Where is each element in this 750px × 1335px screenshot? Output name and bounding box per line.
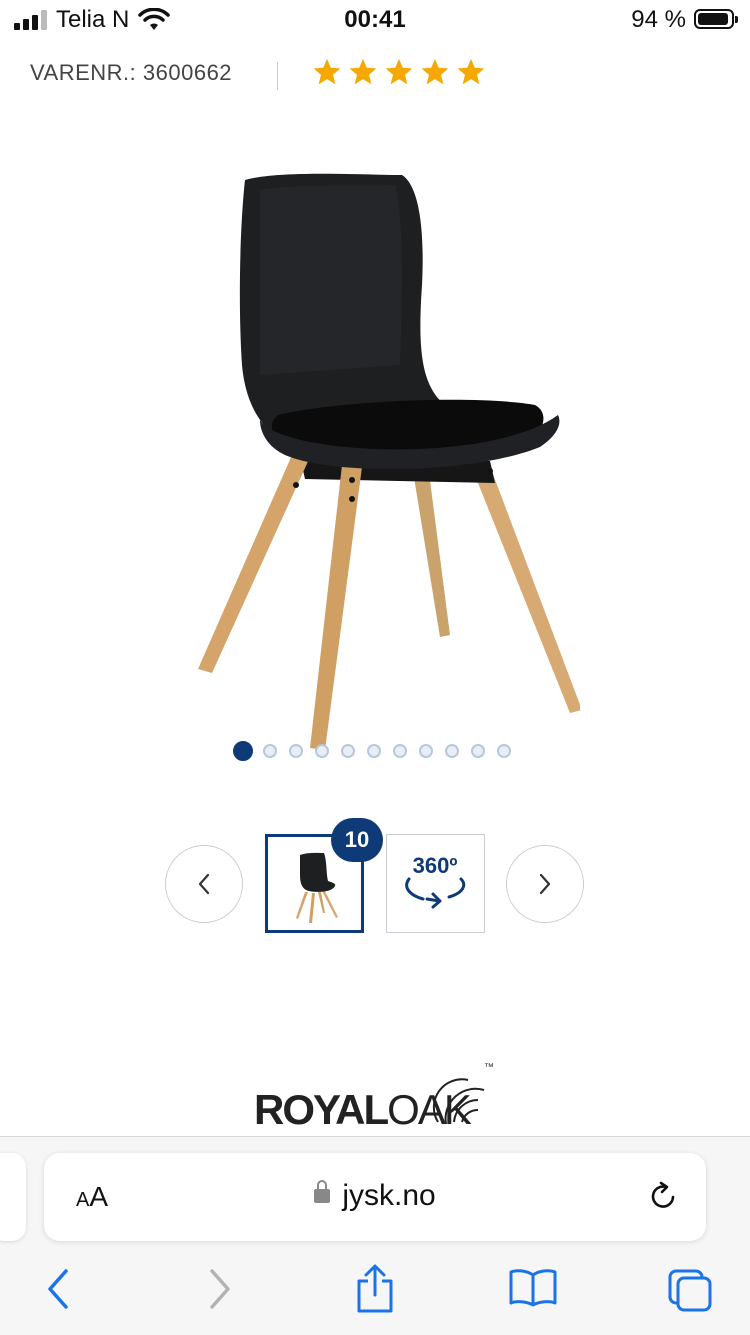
pagination-dot[interactable] — [315, 744, 329, 758]
url-text: jysk.no — [342, 1179, 436, 1212]
pagination-dot[interactable] — [233, 741, 253, 761]
gallery-next-button[interactable] — [506, 845, 584, 923]
bookmarks-button[interactable] — [508, 1267, 558, 1312]
url-display[interactable]: jysk.no — [44, 1179, 706, 1213]
star-icon — [349, 58, 377, 85]
product-image-chair[interactable] — [190, 165, 580, 755]
pagination-dot[interactable] — [341, 744, 355, 758]
trademark-symbol: ™ — [484, 1062, 494, 1073]
pagination-dot[interactable] — [419, 744, 433, 758]
tabs-button[interactable] — [666, 1267, 714, 1318]
thumbnail-360-view[interactable]: 360º — [386, 834, 485, 933]
pagination-dot[interactable] — [367, 744, 381, 758]
brand-logo-royal-oak[interactable]: ROYALOAK ™ — [250, 1060, 500, 1133]
star-icon — [313, 58, 341, 85]
lock-icon — [314, 1180, 331, 1203]
gallery-pagination[interactable] — [233, 741, 523, 761]
status-bar: Telia N 00:41 94 % — [0, 0, 750, 44]
divider — [277, 62, 278, 90]
share-button[interactable] — [355, 1263, 395, 1320]
image-count-badge: 10 — [331, 818, 383, 862]
previous-tab-preview[interactable] — [0, 1153, 26, 1241]
pagination-dot[interactable] — [471, 744, 485, 758]
pagination-dot[interactable] — [263, 744, 277, 758]
pagination-dot[interactable] — [497, 744, 511, 758]
tabs-icon — [668, 1269, 712, 1312]
pagination-dot[interactable] — [445, 744, 459, 758]
star-icon — [421, 58, 449, 85]
brand-wordmark: ROYALOAK — [254, 1086, 472, 1134]
chevron-left-icon — [198, 873, 210, 895]
reload-icon[interactable] — [646, 1179, 680, 1213]
battery-icon — [694, 9, 738, 29]
rotate-360-icon: 360º — [387, 835, 483, 931]
address-bar[interactable]: AA jysk.no — [44, 1153, 706, 1241]
browser-toolbar: AA jysk.no — [0, 1136, 750, 1335]
star-icon — [457, 58, 485, 85]
battery-percentage: 94 % — [631, 6, 686, 33]
product-sku: VARENR.: 3600662 — [30, 60, 233, 85]
forward-arrow-icon — [210, 1269, 230, 1309]
share-icon — [357, 1264, 393, 1313]
star-icon — [385, 58, 413, 85]
rating-stars[interactable] — [312, 57, 486, 87]
book-icon — [509, 1269, 557, 1307]
chevron-right-icon — [539, 873, 551, 895]
forward-button[interactable] — [206, 1267, 234, 1316]
pagination-dot[interactable] — [289, 744, 303, 758]
pagination-dot[interactable] — [393, 744, 407, 758]
back-arrow-icon — [48, 1269, 68, 1309]
brand-royal: ROYAL — [254, 1086, 389, 1133]
back-button[interactable] — [44, 1267, 72, 1316]
gallery-prev-button[interactable] — [165, 845, 243, 923]
brand-oak: OAK — [387, 1086, 472, 1133]
